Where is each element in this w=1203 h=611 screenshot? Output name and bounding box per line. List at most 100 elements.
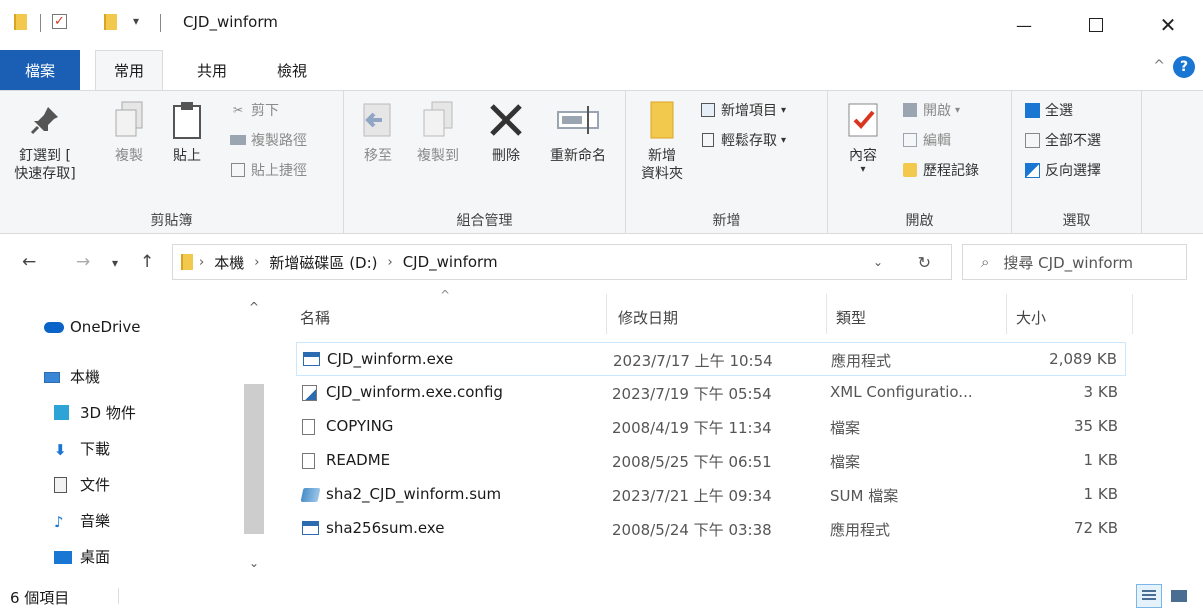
recent-locations-icon[interactable]: ▾ [112, 256, 118, 270]
select-none-button[interactable]: 全部不選 [1024, 129, 1101, 151]
nav-desktop[interactable]: 桌面 [54, 546, 110, 567]
new-item-button[interactable]: 新增項目 ▾ [700, 99, 786, 121]
this-pc-icon [44, 369, 64, 385]
status-bar: 6 個項目 [0, 580, 1203, 611]
delete-button[interactable]: 刪除 [482, 97, 530, 165]
history-button[interactable]: 歷程記錄 [902, 159, 979, 181]
breadcrumb-drive-d[interactable]: 新增磁碟區 (D:) [269, 252, 377, 273]
refresh-icon[interactable]: ↻ [918, 253, 931, 272]
properties-button[interactable]: 內容 ▾ [836, 97, 890, 175]
document-icon [54, 476, 74, 493]
details-view-button[interactable] [1136, 584, 1162, 608]
new-folder-quick-icon[interactable] [104, 14, 117, 30]
dropdown-arrow-icon: ▾ [955, 104, 961, 116]
nav-downloads[interactable]: ⬇ 下載 [54, 438, 110, 459]
collapse-ribbon-icon[interactable]: ^ [1153, 58, 1165, 74]
easy-access-button[interactable]: 輕鬆存取 ▾ [700, 129, 786, 151]
nav-downloads-label: 下載 [80, 440, 111, 458]
column-header-type[interactable]: 類型 [836, 307, 866, 328]
dropdown-arrow-icon: ▾ [781, 134, 787, 146]
new-folder-label-line1: 新增 [648, 148, 676, 164]
paste-button[interactable]: 貼上 [160, 97, 214, 165]
scroll-up-icon[interactable]: ^ [242, 300, 266, 314]
scrollbar-thumb[interactable] [244, 384, 264, 534]
organize-group: 移至 複製到 刪除 重新命名 組合管理 [344, 91, 626, 233]
nav-documents-label: 文件 [80, 476, 111, 494]
nav-scrollbar[interactable]: ^ ⌄ [242, 292, 266, 580]
copy-path-button[interactable]: 複製路徑 [230, 129, 307, 151]
maximize-icon [1089, 18, 1103, 32]
sum-icon [300, 487, 321, 503]
copy-icon [106, 97, 152, 143]
breadcrumb-this-pc[interactable]: 本機 [214, 252, 244, 273]
pin-label-line2: 快速存取] [14, 166, 76, 182]
nav-music[interactable]: ♪ 音樂 [54, 510, 110, 531]
history-icon [902, 162, 918, 178]
window-title: CJD_winform [183, 13, 278, 31]
address-dropdown-icon[interactable]: ⌄ [873, 255, 883, 269]
file-row[interactable]: CJD_winform.exe.config 2023/7/19 下午 05:5… [296, 376, 1126, 410]
edit-button[interactable]: 編輯 [902, 129, 951, 151]
properties-quick-icon[interactable]: ✓ [52, 14, 67, 29]
select-group: 全選 全部不選 反向選擇 選取 [1012, 91, 1142, 233]
file-date: 2008/5/25 下午 06:51 [612, 453, 772, 471]
tab-share[interactable]: 共用 [178, 50, 246, 90]
pin-quick-access-button[interactable]: 釘選到 [ 快速存取] [4, 97, 86, 183]
tab-home[interactable]: 常用 [95, 50, 163, 90]
column-header-size[interactable]: 大小 [1016, 307, 1046, 328]
file-name: sha2_CJD_winform.sum [326, 485, 502, 503]
select-all-button[interactable]: 全選 [1024, 99, 1073, 121]
up-arrow-icon[interactable]: ↑ [140, 252, 154, 272]
minimize-button[interactable]: — [996, 0, 1052, 50]
file-icon [302, 453, 319, 469]
file-row[interactable]: COPYING 2008/4/19 下午 11:34 檔案 35 KB [296, 410, 1126, 444]
new-group-label: 新增 [712, 213, 741, 229]
column-separator[interactable] [1006, 294, 1007, 334]
address-bar[interactable]: › 本機 › 新增磁碟區 (D:) › CJD_winform ⌄ ↻ [172, 244, 952, 280]
tab-file[interactable]: 檔案 [0, 50, 80, 90]
invert-selection-button[interactable]: 反向選擇 [1024, 159, 1101, 181]
column-separator[interactable] [606, 294, 607, 334]
copy-to-button[interactable]: 複製到 [410, 97, 466, 165]
file-type: 應用程式 [830, 521, 891, 539]
cut-button[interactable]: ✂ 剪下 [230, 99, 279, 121]
nav-documents[interactable]: 文件 [54, 474, 110, 495]
maximize-button[interactable] [1068, 0, 1124, 50]
customize-quick-access-icon[interactable]: ▾ [133, 14, 139, 28]
file-row[interactable]: CJD_winform.exe 2023/7/17 上午 10:54 應用程式 … [296, 342, 1126, 376]
back-arrow-icon[interactable]: ← [22, 252, 36, 272]
copy-button[interactable]: 複製 [102, 97, 156, 165]
paste-shortcut-button[interactable]: 貼上捷徑 [230, 159, 307, 181]
new-folder-button[interactable]: 新增 資料夾 [634, 97, 690, 183]
rename-button[interactable]: 重新命名 [540, 97, 616, 165]
breadcrumb-current-folder[interactable]: CJD_winform [403, 253, 498, 271]
open-button[interactable]: 開啟 ▾ [902, 99, 960, 121]
open-group: 內容 ▾ 開啟 ▾ 編輯 歷程記錄 開啟 [828, 91, 1012, 233]
nav-this-pc[interactable]: 本機 [44, 366, 100, 387]
tab-view[interactable]: 檢視 [258, 50, 326, 90]
file-row[interactable]: README 2008/5/25 下午 06:51 檔案 1 KB [296, 444, 1126, 478]
folder-icon [181, 254, 193, 270]
nav-3d-objects[interactable]: 3D 物件 [54, 402, 136, 423]
nav-onedrive[interactable]: OneDrive [44, 318, 141, 336]
help-icon[interactable]: ? [1173, 56, 1195, 78]
search-box[interactable]: ⌕ 搜尋 CJD_winform [962, 244, 1187, 280]
close-button[interactable]: ✕ [1140, 0, 1196, 50]
forward-arrow-icon[interactable]: → [76, 252, 90, 272]
move-to-icon [355, 97, 401, 143]
large-icons-view-button[interactable] [1166, 584, 1192, 608]
copy-to-label: 複製到 [417, 148, 459, 164]
nav-onedrive-label: OneDrive [70, 318, 141, 336]
scroll-down-icon[interactable]: ⌄ [242, 556, 266, 570]
column-header-date[interactable]: 修改日期 [618, 307, 678, 328]
file-row[interactable]: sha256sum.exe 2008/5/24 下午 03:38 應用程式 72… [296, 512, 1126, 546]
invert-selection-label: 反向選擇 [1045, 163, 1101, 179]
column-header-name[interactable]: 名稱 [300, 307, 330, 328]
file-row[interactable]: sha2_CJD_winform.sum 2023/7/21 上午 09:34 … [296, 478, 1126, 512]
pin-label-line1: 釘選到 [ [19, 148, 71, 164]
column-separator[interactable] [826, 294, 827, 334]
move-to-button[interactable]: 移至 [354, 97, 402, 165]
file-list: ^ 名稱 修改日期 類型 大小 CJD_winform.exe 2023/7/1… [290, 288, 1203, 580]
column-separator[interactable] [1132, 294, 1133, 334]
title-bar: ✓ ▾ CJD_winform — ✕ [0, 0, 1203, 50]
